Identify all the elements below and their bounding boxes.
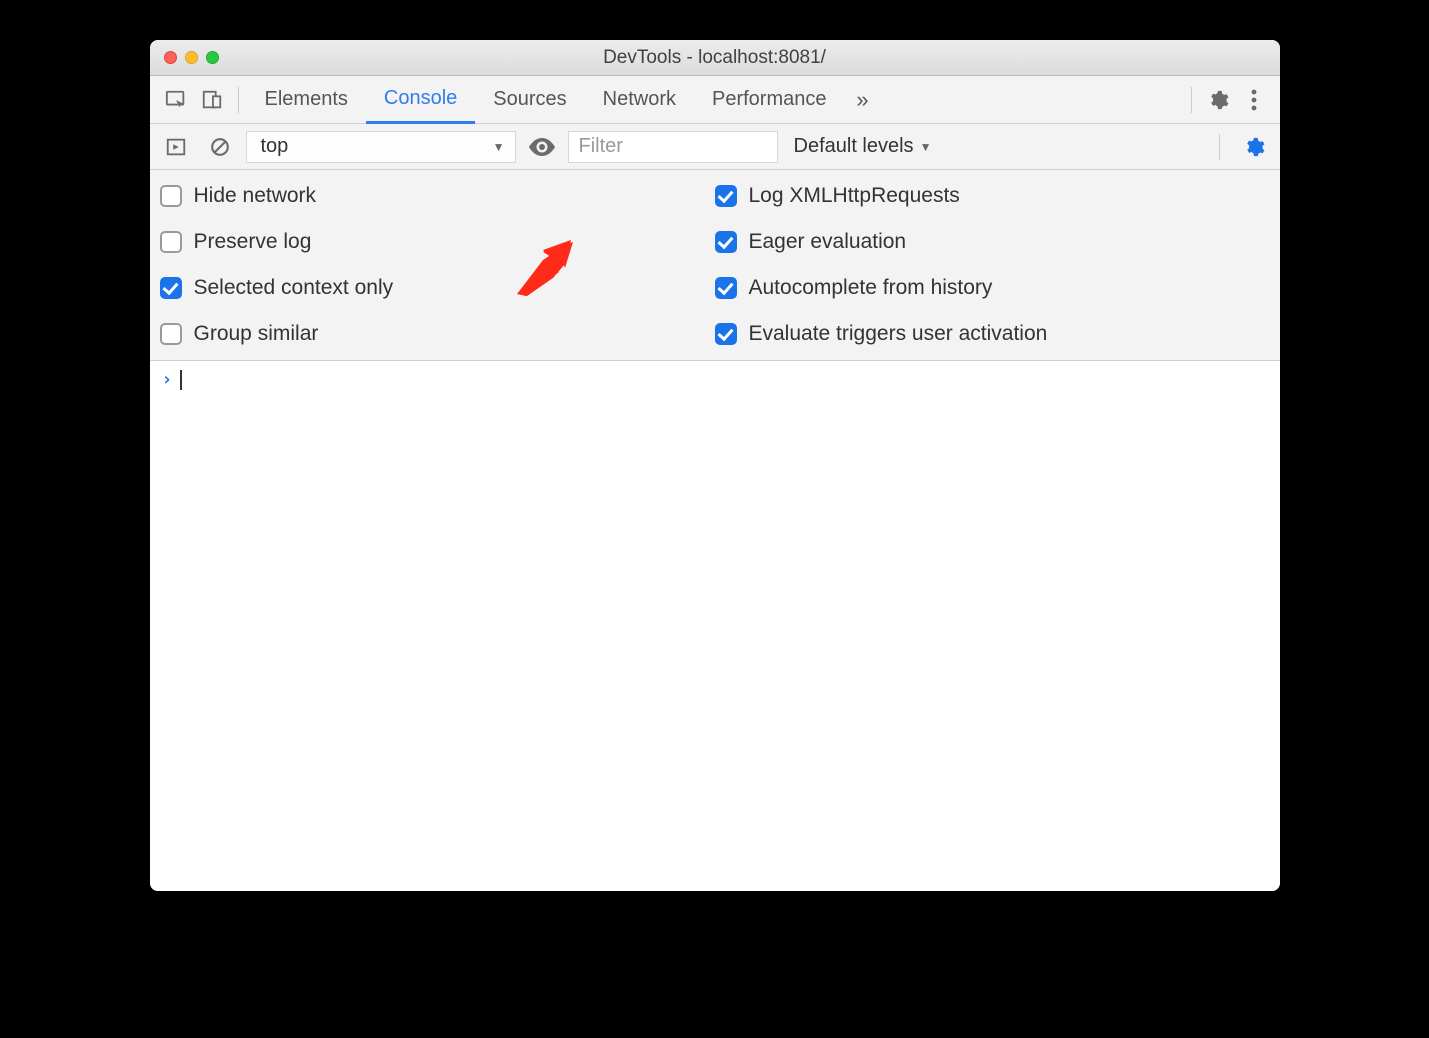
checkbox-icon	[160, 231, 182, 253]
console-toolbar: top ▼ Default levels ▼	[150, 124, 1280, 170]
tab-network[interactable]: Network	[585, 76, 694, 124]
check-autocomplete-history[interactable]: Autocomplete from history	[715, 276, 1270, 300]
tab-performance[interactable]: Performance	[694, 76, 845, 124]
check-label: Autocomplete from history	[749, 276, 993, 300]
checkbox-checked-icon	[715, 277, 737, 299]
log-levels-select[interactable]: Default levels ▼	[786, 135, 940, 158]
check-evaluate-user-activation[interactable]: Evaluate triggers user activation	[715, 322, 1270, 346]
filter-input[interactable]	[568, 131, 778, 163]
check-group-similar[interactable]: Group similar	[160, 322, 715, 346]
check-eager-evaluation[interactable]: Eager evaluation	[715, 230, 1270, 254]
prompt-chevron-icon: ›	[162, 369, 173, 390]
check-label: Eager evaluation	[749, 230, 907, 254]
chevron-down-icon: ▼	[920, 140, 932, 154]
checkbox-checked-icon	[160, 277, 182, 299]
toggle-console-sidebar-icon[interactable]	[158, 129, 194, 165]
window-title: DevTools - localhost:8081/	[150, 47, 1280, 69]
check-hide-network[interactable]: Hide network	[160, 184, 715, 208]
more-tabs-icon[interactable]: »	[845, 82, 881, 118]
chevron-down-icon: ▼	[493, 140, 505, 154]
context-select[interactable]: top ▼	[246, 131, 516, 163]
tab-sources[interactable]: Sources	[475, 76, 584, 124]
console-output[interactable]: ›	[150, 361, 1280, 891]
check-label: Log XMLHttpRequests	[749, 184, 960, 208]
checkbox-icon	[160, 185, 182, 207]
tab-console[interactable]: Console	[366, 76, 475, 124]
context-select-value: top	[261, 135, 289, 158]
console-prompt[interactable]: ›	[162, 369, 1268, 390]
divider	[1191, 87, 1192, 113]
kebab-menu-icon[interactable]	[1236, 82, 1272, 118]
check-label: Selected context only	[194, 276, 394, 300]
main-tab-strip: Elements Console Sources Network Perform…	[150, 76, 1280, 124]
check-preserve-log[interactable]: Preserve log	[160, 230, 715, 254]
checkbox-checked-icon	[715, 323, 737, 345]
checkbox-checked-icon	[715, 231, 737, 253]
tab-elements[interactable]: Elements	[247, 76, 366, 124]
check-log-xhr[interactable]: Log XMLHttpRequests	[715, 184, 1270, 208]
check-selected-context-only[interactable]: Selected context only	[160, 276, 715, 300]
live-expression-icon[interactable]	[524, 129, 560, 165]
checkbox-checked-icon	[715, 185, 737, 207]
console-settings-gear-icon[interactable]	[1236, 129, 1272, 165]
divider	[1219, 134, 1220, 160]
console-settings-panel: Hide network Log XMLHttpRequests Preserv…	[150, 170, 1280, 361]
settings-gear-icon[interactable]	[1200, 82, 1236, 118]
check-label: Group similar	[194, 322, 319, 346]
check-label: Preserve log	[194, 230, 312, 254]
divider	[238, 87, 239, 113]
devtools-window: DevTools - localhost:8081/ Elements Cons…	[150, 40, 1280, 891]
inspect-element-icon[interactable]	[158, 82, 194, 118]
check-label: Hide network	[194, 184, 317, 208]
titlebar: DevTools - localhost:8081/	[150, 40, 1280, 76]
clear-console-icon[interactable]	[202, 129, 238, 165]
log-levels-label: Default levels	[794, 135, 914, 158]
device-toolbar-icon[interactable]	[194, 82, 230, 118]
checkbox-icon	[160, 323, 182, 345]
check-label: Evaluate triggers user activation	[749, 322, 1048, 346]
text-cursor	[180, 370, 181, 390]
